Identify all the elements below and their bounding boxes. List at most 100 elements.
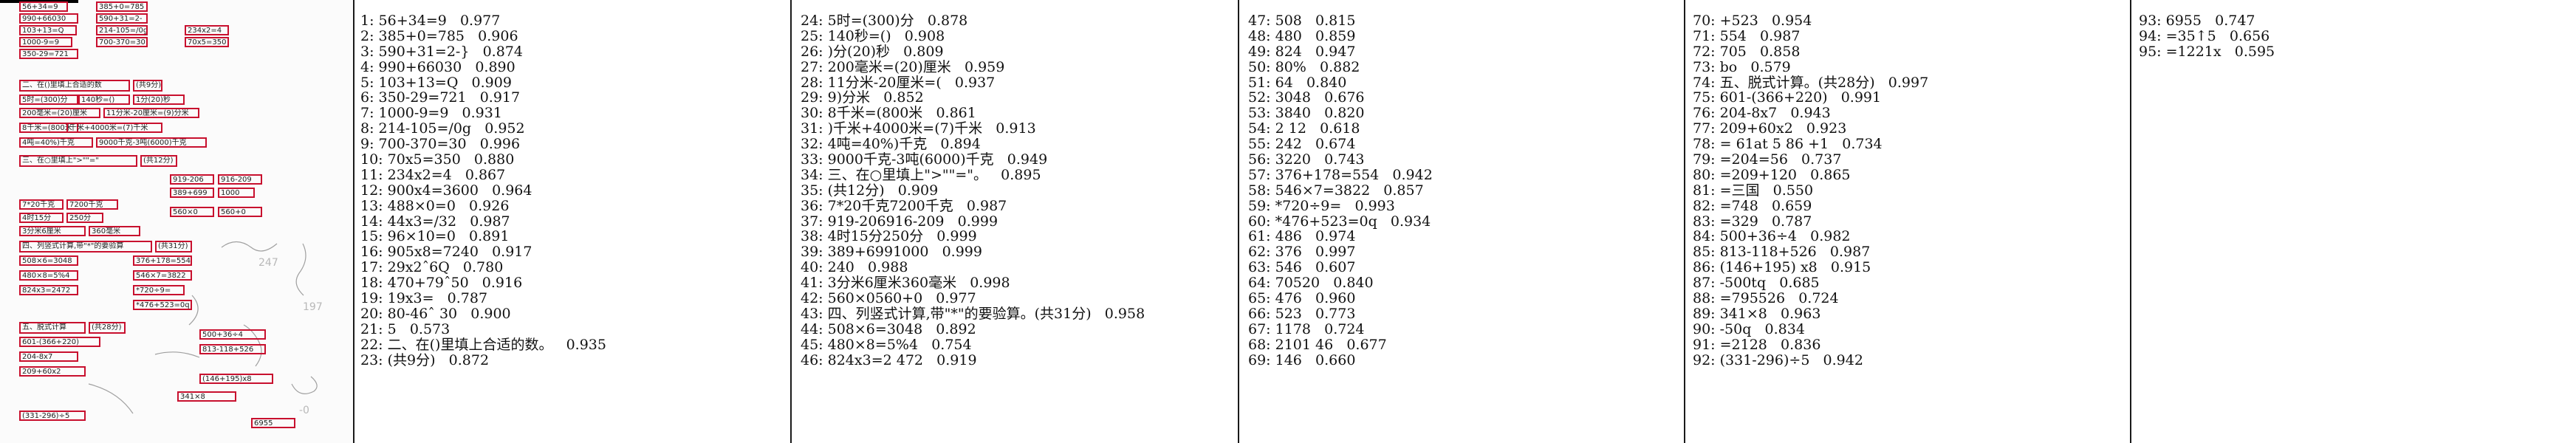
confidence-score: 0.917 bbox=[479, 89, 521, 106]
recognized-text: -50q bbox=[1719, 320, 1752, 337]
result-index: 33: bbox=[801, 151, 823, 168]
result-index: 11: bbox=[360, 166, 383, 183]
result-index: 43: bbox=[801, 305, 823, 322]
recognized-text: 389+6991000 bbox=[827, 244, 929, 261]
recognized-text: 601-(366+220) bbox=[1719, 89, 1828, 106]
result-index: 66: bbox=[1248, 305, 1271, 322]
recognized-text: 554 bbox=[1719, 27, 1747, 44]
column-divider bbox=[353, 0, 354, 443]
detection-box: 56+34=9 bbox=[19, 1, 68, 12]
confidence-score: 0.656 bbox=[2229, 27, 2270, 44]
detection-box: 9000千克-3吨(6000)千克 bbox=[96, 137, 207, 148]
result-index: 35: bbox=[801, 182, 823, 199]
confidence-score: 0.958 bbox=[1104, 305, 1145, 322]
ocr-result-row: 55: 242 0.674 bbox=[1248, 137, 1433, 152]
result-index: 48: bbox=[1248, 27, 1271, 44]
result-index: 79: bbox=[1693, 151, 1716, 168]
ocr-result-row: 31: )千米+4000米=(7)千米 0.913 bbox=[801, 121, 1145, 137]
confidence-score: 0.859 bbox=[1315, 27, 1356, 44]
result-index: 45: bbox=[801, 336, 823, 353]
confidence-score: 0.908 bbox=[904, 27, 945, 44]
result-index: 55: bbox=[1248, 136, 1271, 153]
detection-box: 209+60x2 bbox=[19, 366, 86, 377]
recognized-text: 824 bbox=[1275, 43, 1302, 60]
result-index: 27: bbox=[801, 58, 823, 75]
confidence-score: 0.942 bbox=[1392, 166, 1433, 183]
detection-box: 376+178=554 bbox=[133, 255, 192, 266]
ocr-result-row: 19: 19x3= 0.787 bbox=[360, 291, 606, 306]
ocr-result-row: 24: 5时=(300)分 0.878 bbox=[801, 13, 1145, 29]
result-index: 15: bbox=[360, 228, 383, 245]
recognized-text: 905x8=7240 bbox=[387, 244, 479, 261]
result-index: 67: bbox=[1248, 320, 1271, 337]
ocr-result-row: 20: 80-46ˆ 30 0.900 bbox=[360, 306, 606, 322]
result-index: 62: bbox=[1248, 244, 1271, 261]
ocr-result-row: 15: 96×10=0 0.891 bbox=[360, 229, 606, 244]
detection-box: 919-206 bbox=[170, 174, 214, 185]
ocr-result-column: 1: 56+34=9 0.977 2: 385+0=785 0.906 3: 590… bbox=[360, 13, 606, 368]
ocr-result-row: 56: 3220 0.743 bbox=[1248, 152, 1433, 168]
ocr-result-row: 84: 500+36÷4 0.982 bbox=[1693, 229, 1928, 244]
confidence-score: 0.952 bbox=[484, 120, 525, 137]
result-index: 90: bbox=[1693, 320, 1716, 337]
recognized-text: 385+0=785 bbox=[378, 27, 465, 44]
confidence-score: 0.890 bbox=[475, 58, 515, 75]
detection-box: 508×6=3048 bbox=[19, 255, 78, 266]
result-index: 78: bbox=[1693, 136, 1716, 153]
recognized-text: 242 bbox=[1275, 136, 1302, 153]
detection-box: 480×8=5%4 bbox=[19, 270, 78, 281]
result-index: 60: bbox=[1248, 213, 1271, 230]
confidence-score: 0.900 bbox=[470, 305, 511, 322]
ocr-result-row: 48: 480 0.859 bbox=[1248, 27, 1433, 44]
detection-box: 916-209 bbox=[218, 174, 262, 185]
detection-box: 140秒=() bbox=[78, 95, 130, 105]
detection-box: 500+36÷4 bbox=[199, 329, 266, 340]
recognized-text: 990+66030 bbox=[378, 58, 462, 75]
ocr-result-row: 83: =329 0.787 bbox=[1693, 213, 1928, 230]
confidence-score: 0.857 bbox=[1383, 182, 1424, 199]
svg-text:-0: -0 bbox=[299, 405, 309, 416]
recognized-text: (共9分) bbox=[387, 351, 436, 368]
result-index: 51: bbox=[1248, 74, 1271, 91]
recognized-text: 146 bbox=[1275, 351, 1302, 368]
detection-box: 204-8x7 bbox=[19, 351, 78, 362]
detection-box: 341×8 bbox=[177, 391, 236, 402]
recognized-text: = 61at 5 86 +1 bbox=[1719, 136, 1829, 153]
recognized-text: 二、在()里填上合适的数。 bbox=[387, 336, 553, 353]
detection-box: *476+523=0q bbox=[133, 300, 192, 310]
recognized-text: 508×6=3048 bbox=[827, 320, 923, 337]
confidence-score: 0.787 bbox=[447, 290, 488, 307]
result-index: 4: bbox=[360, 58, 374, 75]
result-index: 63: bbox=[1248, 259, 1271, 276]
ocr-result-row: 59: *720÷9= 0.993 bbox=[1248, 198, 1433, 214]
recognized-text: (331-296)÷5 bbox=[1719, 351, 1810, 368]
ocr-result-row: 92: (331-296)÷5 0.942 bbox=[1693, 351, 1928, 368]
ocr-result-row: 17: 29x2ˆ6Q 0.780 bbox=[360, 260, 606, 275]
ocr-result-row: 26: )分(20)秒 0.809 bbox=[801, 44, 1145, 60]
confidence-score: 0.959 bbox=[964, 58, 1005, 75]
detection-box: 234x2=4 bbox=[185, 25, 229, 35]
result-index: 10: bbox=[360, 151, 383, 168]
ocr-result-row: 21: 5 0.573 bbox=[360, 321, 606, 337]
detection-box: 360毫米 bbox=[89, 226, 140, 236]
confidence-score: 0.724 bbox=[1324, 320, 1365, 337]
recognized-text: 488×0=0 bbox=[387, 197, 456, 214]
detection-box: 103+13=Q bbox=[19, 25, 77, 35]
recognized-text: =2128 bbox=[1719, 336, 1767, 353]
recognized-text: 140秒=() bbox=[827, 27, 891, 44]
ocr-result-row: 27: 200毫米=(20)厘米 0.959 bbox=[801, 58, 1145, 75]
ocr-result-row: 7: 1000-9=9 0.931 bbox=[360, 106, 606, 121]
ocr-result-row: 70: +523 0.954 bbox=[1693, 13, 1928, 29]
ocr-result-row: 36: 7*20千克7200千克 0.987 bbox=[801, 198, 1145, 214]
confidence-score: 0.931 bbox=[462, 105, 502, 122]
confidence-score: 0.858 bbox=[1760, 43, 1801, 60]
ocr-result-row: 78: = 61at 5 86 +1 0.734 bbox=[1693, 137, 1928, 152]
result-index: 17: bbox=[360, 259, 383, 276]
result-index: 29: bbox=[801, 89, 823, 106]
result-index: 5: bbox=[360, 74, 374, 91]
confidence-score: 0.724 bbox=[1798, 290, 1839, 307]
confidence-score: 0.780 bbox=[462, 259, 504, 276]
result-index: 94: bbox=[2139, 27, 2162, 44]
ocr-result-row: 51: 64 0.840 bbox=[1248, 75, 1433, 91]
confidence-score: 0.934 bbox=[1390, 213, 1431, 230]
